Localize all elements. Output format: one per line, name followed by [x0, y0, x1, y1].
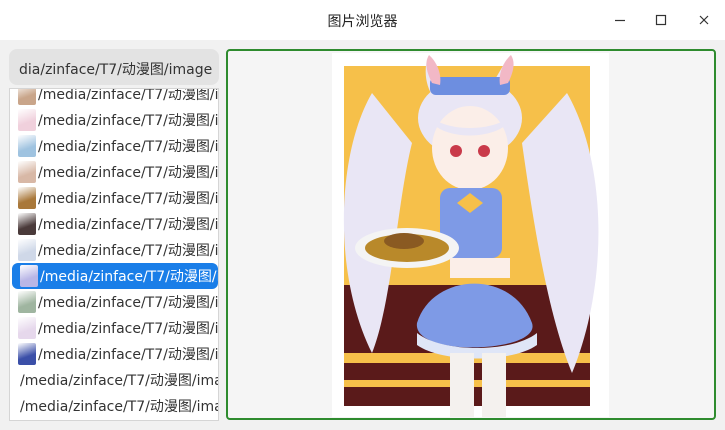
list-item[interactable]: /media/zinface/T7/动漫图/im	[10, 133, 219, 159]
list-item[interactable]: /media/zinface/T7/动漫图/im	[10, 211, 219, 237]
image-viewer[interactable]	[226, 49, 716, 420]
thumbnail-image	[18, 109, 36, 131]
thumbnail-image	[18, 135, 36, 157]
list-item-label: /media/zinface/T7/动漫图/im	[38, 321, 219, 337]
thumbnail-image	[20, 265, 38, 287]
preview-image	[332, 53, 609, 417]
list-item-label: /media/zinface/T7/动漫图/im	[38, 295, 219, 311]
list-item-label: /media/zinface/T7/动漫图/imag	[20, 399, 219, 415]
thumbnail-image	[18, 317, 36, 339]
minimize-button[interactable]	[608, 8, 632, 32]
list-item[interactable]: /media/zinface/T7/动漫图/imag	[10, 393, 219, 419]
list-item-label: /media/zinface/T7/动漫图/im	[38, 347, 219, 363]
thumbnail-image	[18, 343, 36, 365]
list-item[interactable]: /media/zinface/T7/动漫图/im	[10, 107, 219, 133]
list-item-selected[interactable]: /media/zinface/T7/动漫图/im	[12, 263, 218, 289]
list-item-label: /media/zinface/T7/动漫图/im	[38, 88, 219, 103]
thumbnail-image	[18, 161, 36, 183]
app-window: 图片浏览器 dia/zinface/T7/动漫图/image /media/zi…	[0, 0, 725, 430]
path-input[interactable]: dia/zinface/T7/动漫图/image	[9, 49, 219, 85]
list-item[interactable]: /media/zinface/T7/动漫图/im	[10, 315, 219, 341]
maximize-button[interactable]	[649, 8, 673, 32]
list-item-label: /media/zinface/T7/动漫图/im	[38, 113, 219, 129]
list-item-label: /media/zinface/T7/动漫图/im	[38, 165, 219, 181]
anime-illustration	[332, 53, 609, 417]
minimize-icon	[615, 19, 625, 22]
list-item[interactable]: /media/zinface/T7/动漫图/im	[10, 237, 219, 263]
list-item-label: /media/zinface/T7/动漫图/im	[38, 217, 219, 233]
thumbnail-image	[18, 239, 36, 261]
list-item[interactable]: /media/zinface/T7/动漫图/im	[10, 159, 219, 185]
path-text: dia/zinface/T7/动漫图/image	[19, 62, 213, 78]
thumbnail-image	[18, 89, 36, 105]
file-list-items: /media/zinface/T7/动漫图/im/media/zinface/T…	[10, 88, 219, 420]
list-item[interactable]: /media/zinface/T7/动漫图/im	[10, 289, 219, 315]
list-item-label: /media/zinface/T7/动漫图/im	[38, 139, 219, 155]
title-bar[interactable]: 图片浏览器	[0, 0, 725, 40]
list-item[interactable]: /media/zinface/T7/动漫图/im	[10, 185, 219, 211]
list-item[interactable]: /media/zinface/T7/动漫图/imag	[10, 419, 218, 420]
thumbnail-image	[18, 291, 36, 313]
list-item-label: /media/zinface/T7/动漫图/im	[38, 191, 219, 207]
list-item-label: /media/zinface/T7/动漫图/im	[38, 243, 219, 259]
thumbnail-image	[18, 187, 36, 209]
list-item[interactable]: /media/zinface/T7/动漫图/im	[10, 341, 219, 367]
list-item[interactable]: /media/zinface/T7/动漫图/im	[10, 88, 219, 107]
close-icon	[699, 15, 709, 25]
close-button[interactable]	[692, 8, 716, 32]
list-item-label: /media/zinface/T7/动漫图/imag	[20, 373, 219, 389]
maximize-icon	[655, 14, 667, 26]
list-item[interactable]: /media/zinface/T7/动漫图/imag	[10, 367, 219, 393]
thumbnail-image	[18, 213, 36, 235]
file-list[interactable]: /media/zinface/T7/动漫图/im/media/zinface/T…	[9, 88, 219, 421]
list-item-label: /media/zinface/T7/动漫图/im	[40, 269, 218, 285]
